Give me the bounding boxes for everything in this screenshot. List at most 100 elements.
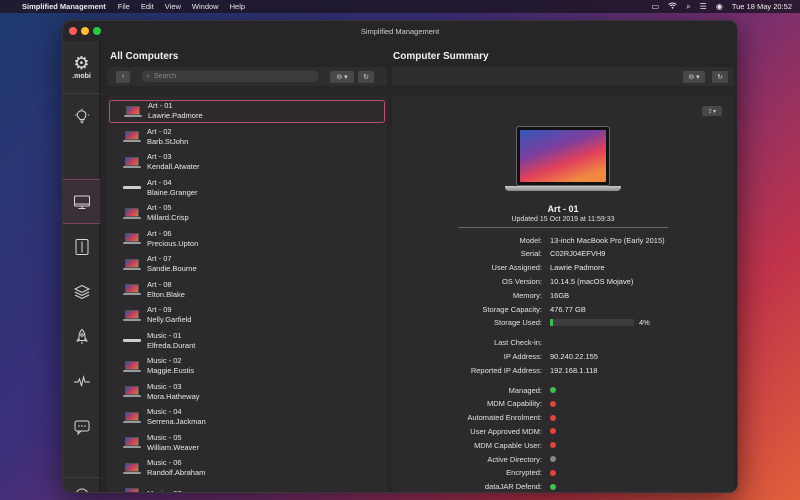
- menu-edit[interactable]: Edit: [141, 2, 154, 11]
- laptop-screen: [125, 462, 139, 472]
- status-dot: [550, 414, 556, 421]
- filter-menu-button[interactable]: ⊖ ▾: [330, 70, 354, 83]
- status-row: dataJAR Defend:: [392, 481, 734, 492]
- search-icon: ⌕: [146, 72, 150, 80]
- layers-icon: [73, 284, 90, 299]
- detail-row: Model: 13-inch MacBook Pro (Early 2015): [392, 234, 734, 246]
- laptop-base: [123, 140, 141, 142]
- computer-user: William.Weaver: [147, 442, 199, 452]
- computer-user: Elfreda.Durant: [147, 340, 196, 350]
- detail-label: Encrypted:: [506, 468, 542, 478]
- rail-item-logout[interactable]: [63, 477, 100, 492]
- laptop-screen: [125, 233, 139, 242]
- laptop-base: [123, 186, 141, 189]
- list-item[interactable]: Music - 02 Maggie.Eustis: [109, 355, 385, 378]
- storage-used-percent: 4%: [639, 318, 650, 328]
- control-center-icon[interactable]: ☰: [700, 2, 707, 11]
- computer-list: Art - 01 Lawrie.Padmore Art - 02 Barb.StJoh…: [107, 96, 387, 492]
- list-item[interactable]: Art - 09 Nelly.Garfield: [109, 304, 385, 327]
- menu-clock[interactable]: Tue 18 May 20:52: [732, 2, 792, 11]
- status-dot: [550, 483, 556, 490]
- status-row: Active Directory:: [392, 453, 734, 465]
- laptop-screen: [125, 156, 139, 166]
- app-window: Simplified Management ⚙ .mobi All Comput…: [62, 20, 738, 493]
- status-row: User Approved MDM:: [392, 425, 734, 437]
- minimize-window-button[interactable]: [81, 27, 89, 35]
- list-item[interactable]: Music - 01 Elfreda.Durant: [109, 329, 385, 352]
- search-field[interactable]: ⌕: [142, 71, 318, 82]
- list-item[interactable]: Music - 06 Randolf.Abraham: [109, 457, 385, 480]
- search-input[interactable]: [153, 73, 304, 80]
- rail-item-computers[interactable]: [63, 179, 100, 224]
- logo-text: .mobi: [72, 73, 91, 80]
- list-item[interactable]: Music - 05 William.Weaver: [109, 431, 385, 454]
- maximize-window-button[interactable]: [93, 27, 101, 35]
- menu-help[interactable]: Help: [230, 2, 245, 11]
- list-item-text: Art - 01 Lawrie.Padmore: [148, 101, 203, 121]
- status-value: [550, 387, 556, 393]
- list-item-text: Art - 02 Barb.StJohn: [147, 127, 188, 147]
- detail-value: 476.77 GB: [550, 304, 586, 314]
- rail-item-devices[interactable]: [63, 224, 100, 269]
- rail-item-apps[interactable]: [63, 269, 100, 314]
- list-item[interactable]: Art - 07 Sandie.Bourne: [109, 253, 385, 276]
- back-button[interactable]: ‹: [116, 70, 130, 83]
- menu-view[interactable]: View: [165, 2, 181, 11]
- computer-user: Kendall.Atwater: [147, 162, 200, 171]
- list-item[interactable]: Art - 01 Lawrie.Padmore: [109, 99, 385, 123]
- wallpaper: [520, 130, 606, 182]
- list-item[interactable]: Art - 08 Elton.Blake: [109, 278, 385, 301]
- detail-label: Automated Enrolment:: [467, 413, 542, 423]
- spotlight-icon[interactable]: ⌕: [686, 2, 690, 12]
- summary-menu-button[interactable]: ⊖ ▾: [683, 70, 705, 83]
- menu-file[interactable]: File: [118, 2, 130, 11]
- laptop-base: [123, 395, 141, 397]
- gear-icon: ⚙: [73, 53, 90, 73]
- computer-user: Precious.Upton: [147, 238, 199, 248]
- storage-progress-fill: [550, 319, 554, 327]
- mac-mini-icon: [123, 182, 141, 193]
- network-row: Last Check-in:: [392, 337, 734, 349]
- rail-item-health[interactable]: [63, 359, 100, 404]
- list-item[interactable]: Art - 05 Millard.Crisp: [109, 202, 385, 225]
- rocket-icon: [75, 328, 88, 344]
- refresh-list-button[interactable]: ↻: [358, 70, 374, 83]
- detail-label: dataJAR Defend:: [484, 482, 542, 492]
- computer-user: Nelly.Garfield: [147, 315, 192, 324]
- menu-app-name[interactable]: Simplified Management: [22, 2, 106, 11]
- storage-progress-bar: [550, 319, 634, 327]
- laptop-base: [123, 267, 141, 270]
- ellipsis-chevron-icon: ⊖ ▾: [336, 73, 348, 81]
- wifi-icon[interactable]: [668, 2, 677, 11]
- list-item[interactable]: Art - 06 Precious.Upton: [109, 227, 385, 250]
- list-item[interactable]: Music - 03 Mora.Hatheway: [109, 380, 385, 403]
- list-item[interactable]: Art - 04 Blaine.Granger: [109, 176, 385, 199]
- list-item[interactable]: Art - 03 Kendall.Atwater: [109, 151, 385, 174]
- list-section-title: All Computers: [110, 51, 179, 62]
- laptop-screen: [125, 309, 139, 319]
- computer-name: Music - 05: [147, 432, 182, 442]
- share-button[interactable]: ⇪▾: [702, 106, 722, 116]
- list-item[interactable]: Music - 04 Serrena.Jackman: [109, 406, 385, 429]
- rail-item-ideas[interactable]: [63, 94, 100, 139]
- siri-icon[interactable]: ◉: [716, 2, 723, 11]
- rail-item-support[interactable]: [63, 404, 100, 449]
- list-item[interactable]: Music - 07: [109, 482, 385, 492]
- detail-label: IP Address:: [503, 351, 542, 361]
- menu-window[interactable]: Window: [192, 2, 219, 11]
- close-window-button[interactable]: [69, 27, 77, 35]
- laptop-icon: [123, 258, 141, 270]
- storage-used-row: Storage Used: 4%: [392, 317, 734, 329]
- list-item[interactable]: Art - 02 Barb.StJohn: [109, 125, 385, 148]
- status-dot: [550, 456, 556, 462]
- rail-item-deploy[interactable]: [63, 314, 100, 359]
- laptop-screen: [125, 207, 139, 217]
- network-row: Reported IP Address: 192.168.1.118: [392, 364, 734, 376]
- laptop-base: [123, 369, 141, 372]
- ellipsis-chevron-icon: ⊖ ▾: [688, 73, 700, 81]
- laptop-icon: [123, 360, 141, 372]
- refresh-summary-button[interactable]: ↻: [712, 70, 728, 83]
- device-image: [505, 126, 621, 192]
- computer-name: Music - 03: [147, 381, 182, 391]
- battery-icon[interactable]: ▭: [652, 2, 660, 11]
